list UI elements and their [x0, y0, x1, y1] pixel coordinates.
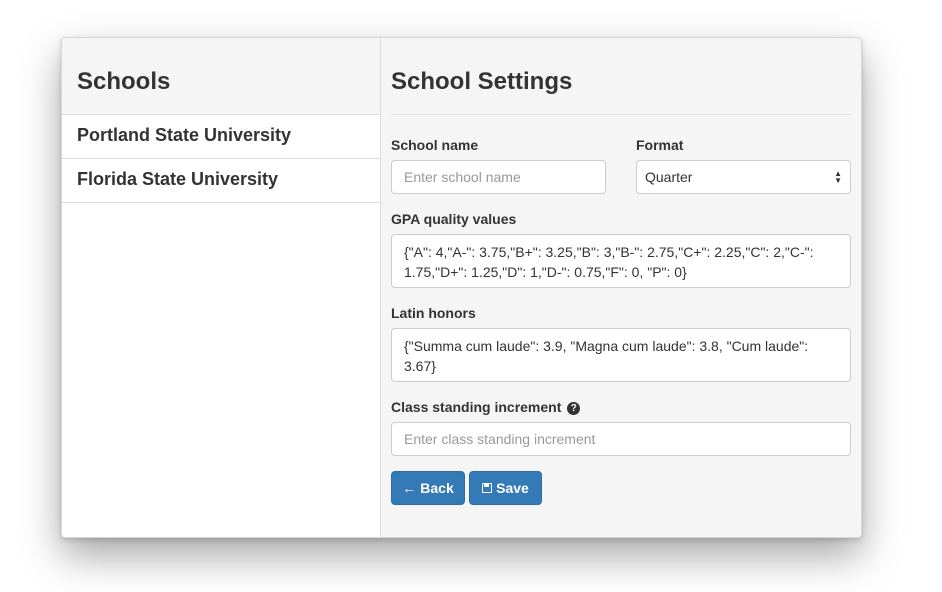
school-name-label: School name [391, 137, 479, 153]
school-name-input[interactable] [391, 160, 606, 194]
gpa-label: GPA quality values [391, 211, 517, 227]
class-standing-label-row: Class standing increment ? [391, 399, 851, 422]
school-name-group: School name [391, 137, 606, 194]
format-label: Format [636, 137, 684, 153]
latin-honors-group: Latin honors {"Summa cum laude": 3.9, "M… [391, 305, 851, 382]
question-circle-icon[interactable]: ? [567, 402, 581, 415]
back-button[interactable]: ← Back [391, 471, 465, 505]
back-button-label: Back [420, 480, 454, 496]
school-settings-panel: School Settings School name Format Quart… [381, 38, 861, 537]
page-title: School Settings [391, 38, 851, 115]
format-selected-value: Quarter [645, 169, 693, 185]
sidebar-header: Schools [62, 38, 380, 115]
class-standing-input[interactable] [391, 422, 851, 456]
class-standing-label: Class standing increment [391, 399, 562, 415]
sidebar-title: Schools [77, 68, 171, 95]
latin-honors-textarea[interactable]: {"Summa cum laude": 3.9, "Magna cum laud… [391, 328, 851, 382]
format-select[interactable]: Quarter ▲ ▼ [636, 160, 851, 194]
arrow-left-icon: ← [402, 480, 417, 496]
class-standing-group: Class standing increment ? [391, 399, 851, 456]
gpa-group: GPA quality values {"A": 4,"A-": 3.75,"B… [391, 211, 851, 288]
save-button-label: Save [496, 480, 529, 496]
save-button[interactable]: Save [469, 471, 542, 505]
latin-honors-label: Latin honors [391, 305, 476, 321]
gpa-quality-values-textarea[interactable]: {"A": 4,"A-": 3.75,"B+": 3.25,"B": 3,"B-… [391, 234, 851, 288]
schools-sidebar: Schools Portland State University Florid… [62, 38, 381, 537]
app-window: Schools Portland State University Florid… [61, 37, 862, 538]
format-group: Format Quarter ▲ ▼ [636, 137, 851, 194]
floppy-disk-icon [482, 483, 493, 493]
school-item-portland-state[interactable]: Portland State University [62, 115, 380, 159]
select-arrows-icon: ▲ ▼ [834, 169, 842, 185]
school-item-florida-state[interactable]: Florida State University [62, 159, 380, 203]
